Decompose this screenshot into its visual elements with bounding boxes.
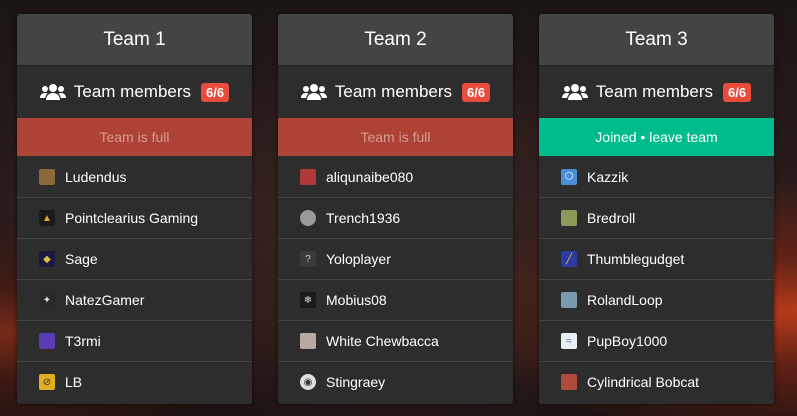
member-item[interactable]: ╱ Thumblegudget bbox=[539, 238, 774, 279]
member-item[interactable]: ? Yoloplayer bbox=[278, 238, 513, 279]
member-name: Ludendus bbox=[65, 168, 127, 185]
member-name: Sage bbox=[65, 251, 98, 267]
member-name: NatezGamer bbox=[65, 292, 145, 308]
member-item[interactable]: ⊘ LB bbox=[17, 361, 252, 402]
member-item[interactable]: ≈ PupBoy1000 bbox=[539, 320, 774, 361]
member-name: aliqunaibe080 bbox=[326, 168, 414, 185]
member-item[interactable]: ◉ Stingraey bbox=[278, 361, 513, 402]
member-name: White Chewbacca bbox=[326, 333, 439, 349]
avatar: ▲ bbox=[39, 210, 55, 226]
member-count-badge: 6/6 bbox=[462, 82, 491, 102]
member-name: LB bbox=[65, 374, 83, 390]
member-item[interactable]: ✦ NatezGamer bbox=[17, 279, 252, 320]
users-icon bbox=[300, 83, 327, 101]
team-members-label: Team members bbox=[595, 82, 714, 101]
member-name: PupBoy1000 bbox=[587, 333, 668, 349]
avatar: ╱ bbox=[561, 251, 577, 267]
avatar: ❄ bbox=[300, 292, 316, 308]
member-item[interactable]: ⬡ Kazzik bbox=[539, 156, 774, 197]
team-card-3: Team 3 Team members 6/6 Joined • leave t… bbox=[539, 14, 774, 404]
member-item[interactable]: aliqunaibe080 bbox=[278, 156, 513, 197]
member-item[interactable]: Bredroll bbox=[539, 197, 774, 238]
member-item[interactable]: T3rmi bbox=[17, 320, 252, 361]
member-item[interactable]: Cylindrical Bobcat bbox=[539, 361, 774, 402]
avatar bbox=[300, 168, 316, 185]
member-name: Bredroll bbox=[587, 210, 636, 226]
member-name: Cylindrical Bobcat bbox=[587, 374, 700, 390]
avatar: ◉ bbox=[300, 374, 316, 390]
avatar bbox=[300, 210, 316, 226]
avatar bbox=[561, 210, 577, 226]
avatar: ⬡ bbox=[561, 168, 577, 185]
team-members-label: Team members bbox=[73, 82, 192, 101]
member-list: Ludendus ▲ Pointclearius Gaming ◆ Sage ✦ Na… bbox=[17, 156, 252, 402]
member-item[interactable]: ▲ Pointclearius Gaming bbox=[17, 197, 252, 238]
member-name: Pointclearius Gaming bbox=[65, 210, 199, 226]
member-list: aliqunaibe080 Trench1936 ? Yoloplayer ❄ Mo… bbox=[278, 156, 513, 402]
team-members-header: Team members 6/6 bbox=[17, 66, 252, 118]
team-title: Team 2 bbox=[278, 14, 513, 66]
users-icon bbox=[39, 83, 66, 101]
member-count-badge: 6/6 bbox=[723, 82, 752, 102]
member-name: Thumblegudget bbox=[587, 251, 685, 267]
member-item[interactable]: White Chewbacca bbox=[278, 320, 513, 361]
member-item[interactable]: RolandLoop bbox=[539, 279, 774, 320]
avatar bbox=[300, 333, 316, 349]
member-name: Yoloplayer bbox=[326, 251, 391, 267]
member-item[interactable]: ◆ Sage bbox=[17, 238, 252, 279]
team-card-2: Team 2 Team members 6/6 Team is full ali… bbox=[278, 14, 513, 404]
member-item[interactable]: Trench1936 bbox=[278, 197, 513, 238]
member-name: T3rmi bbox=[65, 333, 101, 349]
leave-team-button[interactable]: Joined • leave team bbox=[539, 118, 774, 156]
member-name: Stingraey bbox=[326, 374, 386, 390]
member-name: Kazzik bbox=[587, 168, 629, 185]
avatar: ≈ bbox=[561, 333, 577, 349]
team-status: Team is full bbox=[17, 118, 252, 156]
avatar: ? bbox=[300, 251, 316, 267]
member-name: RolandLoop bbox=[587, 292, 663, 308]
member-list: ⬡ Kazzik Bredroll ╱ Thumblegudget RolandLo… bbox=[539, 156, 774, 402]
avatar: ⊘ bbox=[39, 374, 55, 390]
users-icon bbox=[561, 83, 588, 101]
team-members-label: Team members bbox=[334, 82, 453, 101]
avatar: ✦ bbox=[39, 292, 55, 308]
avatar bbox=[561, 374, 577, 390]
member-name: Trench1936 bbox=[326, 210, 401, 226]
avatar bbox=[39, 168, 55, 185]
avatar bbox=[561, 292, 577, 308]
avatar bbox=[39, 333, 55, 349]
team-members-header: Team members 6/6 bbox=[278, 66, 513, 118]
team-status: Team is full bbox=[278, 118, 513, 156]
team-card-1: Team 1 Team members 6/6 Team is full Lud… bbox=[17, 14, 252, 404]
team-title: Team 1 bbox=[17, 14, 252, 66]
team-title: Team 3 bbox=[539, 14, 774, 66]
avatar: ◆ bbox=[39, 251, 55, 267]
member-item[interactable]: Ludendus bbox=[17, 156, 252, 197]
member-name: Mobius08 bbox=[326, 292, 387, 308]
team-members-header: Team members 6/6 bbox=[539, 66, 774, 118]
member-count-badge: 6/6 bbox=[201, 82, 230, 102]
member-item[interactable]: ❄ Mobius08 bbox=[278, 279, 513, 320]
